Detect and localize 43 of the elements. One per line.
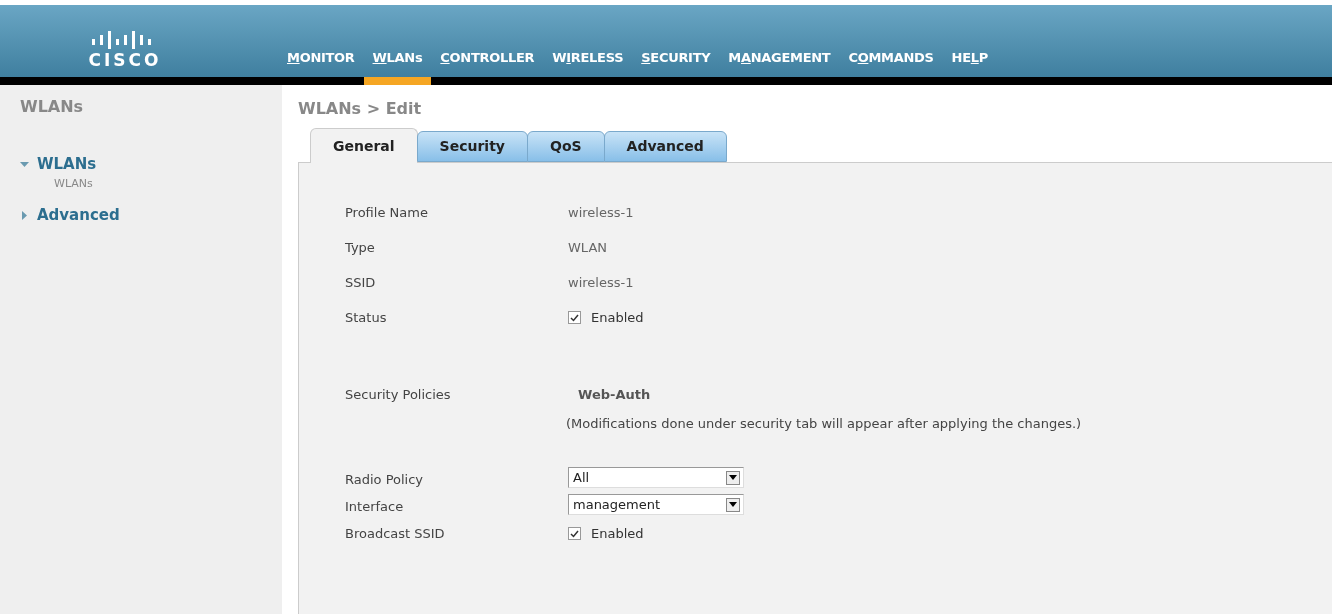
expanded-arrow-icon[interactable]: [20, 159, 29, 169]
field-label: Security Policies: [345, 386, 452, 404]
field-label: Broadcast SSID: [345, 525, 446, 543]
tab[interactable]: General: [310, 128, 418, 163]
dropdown[interactable]: management: [568, 494, 744, 515]
field-value: WLAN: [568, 239, 607, 257]
nav-link[interactable]: MANAGEMENT: [719, 43, 840, 77]
logo-text: CISCO: [88, 52, 162, 69]
nav-link[interactable]: MONITOR: [278, 43, 364, 77]
nav-link[interactable]: COMMANDS: [839, 43, 943, 77]
dropdown-arrow-icon: [729, 475, 737, 480]
checkbox-label: Enabled: [591, 309, 644, 327]
policy-value: Web-Auth: [578, 386, 651, 404]
sidebar-subitem[interactable]: WLANs: [54, 175, 93, 192]
tab[interactable]: Advanced: [603, 131, 727, 162]
field-label: Radio Policy: [345, 471, 425, 489]
policy-note: (Modifications done under security tab will appear after applying the changes.): [566, 414, 1082, 433]
dropdown[interactable]: All: [568, 467, 744, 488]
sidebar-item[interactable]: WLANs: [37, 153, 97, 176]
sidebar-title: WLANs: [20, 96, 84, 118]
field-label: Interface: [345, 498, 405, 516]
page-title: WLANs > Edit: [298, 98, 422, 120]
nav-link[interactable]: WLANs: [363, 43, 432, 77]
tab[interactable]: Security: [416, 131, 528, 162]
checkbox[interactable]: [568, 311, 581, 325]
nav-link[interactable]: SECURITY: [632, 43, 720, 77]
field-label: Status: [345, 309, 388, 327]
sidebar-item[interactable]: Advanced: [37, 204, 120, 227]
field-label: Profile Name: [345, 204, 429, 222]
check-icon: [570, 529, 579, 538]
nav-link[interactable]: HELP: [942, 43, 997, 77]
dropdown-arrow-icon: [729, 502, 737, 507]
check-icon: [570, 313, 579, 322]
checkbox-label: Enabled: [591, 525, 644, 543]
field-value: wireless-1: [568, 274, 634, 292]
checkbox[interactable]: [568, 527, 581, 541]
nav-link[interactable]: CONTROLLER: [431, 43, 544, 77]
nav-link[interactable]: WIRELESS: [543, 43, 633, 77]
tab[interactable]: QoS: [527, 131, 605, 162]
field-value: wireless-1: [568, 204, 634, 222]
field-label: SSID: [345, 274, 377, 292]
field-label: Type: [345, 239, 376, 257]
collapsed-arrow-icon[interactable]: [20, 210, 29, 220]
